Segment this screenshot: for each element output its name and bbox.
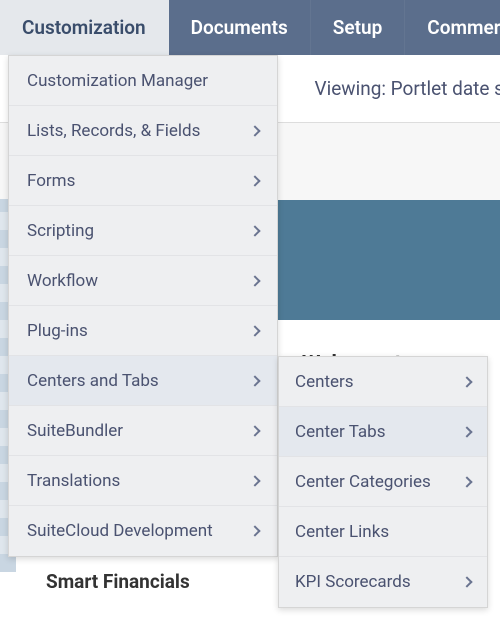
submenu-center-categories[interactable]: Center Categories [279, 457, 487, 507]
menu-label: Workflow [27, 271, 98, 291]
nav-documents[interactable]: Documents [169, 0, 311, 55]
menu-label: Forms [27, 171, 75, 191]
menu-label: KPI Scorecards [295, 572, 411, 592]
menu-label: Customization Manager [27, 71, 208, 91]
menu-suitebundler[interactable]: SuiteBundler [9, 406, 277, 456]
centers-and-tabs-submenu: Centers Center Tabs Center Categories Ce… [278, 356, 488, 608]
menu-label: Scripting [27, 221, 94, 241]
nav-commerce[interactable]: Commerce [405, 0, 500, 55]
smart-financials-heading: Smart Financials [46, 570, 190, 593]
submenu-centers[interactable]: Centers [279, 357, 487, 407]
chevron-right-icon [249, 325, 260, 336]
nav-customization[interactable]: Customization [0, 0, 169, 55]
viewing-text: Viewing: Portlet date s [315, 77, 500, 100]
menu-label: Lists, Records, & Fields [27, 121, 200, 141]
submenu-kpi-scorecards[interactable]: KPI Scorecards [279, 557, 487, 607]
chevron-right-icon [249, 175, 260, 186]
menu-centers-and-tabs[interactable]: Centers and Tabs [9, 356, 277, 406]
submenu-center-links[interactable]: Center Links [279, 507, 487, 557]
customization-menu: Customization Manager Lists, Records, & … [8, 55, 278, 557]
menu-forms[interactable]: Forms [9, 156, 277, 206]
menu-label: Center Tabs [295, 422, 385, 442]
chevron-right-icon [249, 375, 260, 386]
menu-label: Center Categories [295, 472, 431, 492]
menu-translations[interactable]: Translations [9, 456, 277, 506]
menu-label: Translations [27, 471, 120, 491]
chevron-right-icon [249, 225, 260, 236]
menu-label: Center Links [295, 522, 389, 542]
chevron-right-icon [461, 576, 472, 587]
top-nav: Customization Documents Setup Commerce [0, 0, 500, 55]
menu-lists-records-fields[interactable]: Lists, Records, & Fields [9, 106, 277, 156]
chevron-right-icon [461, 426, 472, 437]
menu-label: Centers [295, 372, 354, 392]
chevron-right-icon [249, 525, 260, 536]
menu-label: Centers and Tabs [27, 371, 159, 391]
chevron-right-icon [249, 275, 260, 286]
menu-label: SuiteCloud Development [27, 521, 213, 541]
menu-label: SuiteBundler [27, 421, 123, 441]
chevron-right-icon [461, 376, 472, 387]
menu-workflow[interactable]: Workflow [9, 256, 277, 306]
submenu-center-tabs[interactable]: Center Tabs [279, 407, 487, 457]
chevron-right-icon [249, 425, 260, 436]
chevron-right-icon [461, 476, 472, 487]
menu-scripting[interactable]: Scripting [9, 206, 277, 256]
nav-setup[interactable]: Setup [311, 0, 406, 55]
menu-plugins[interactable]: Plug-ins [9, 306, 277, 356]
chevron-right-icon [249, 125, 260, 136]
menu-suitecloud-development[interactable]: SuiteCloud Development [9, 506, 277, 556]
chevron-right-icon [249, 475, 260, 486]
menu-customization-manager[interactable]: Customization Manager [9, 56, 277, 106]
menu-label: Plug-ins [27, 321, 88, 341]
